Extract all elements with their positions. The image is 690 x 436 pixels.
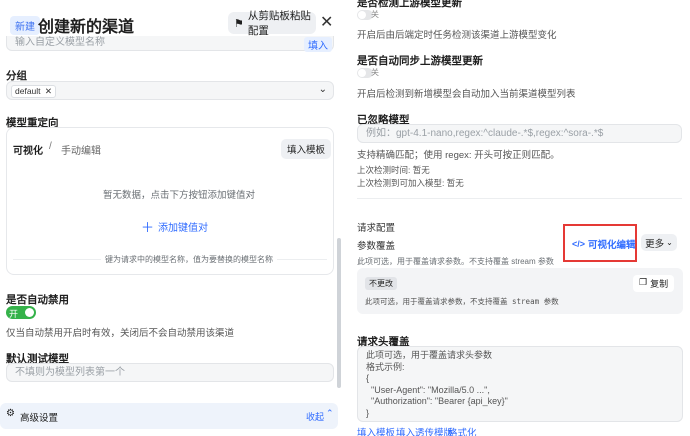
- ignored-models-input[interactable]: 例如：gpt-4.1-nano,regex:^claude-.*$,regex:…: [357, 124, 682, 143]
- passthrough-template-link[interactable]: 填入透传模版: [396, 425, 453, 436]
- auto-disable-desc: 仅当自动禁用开启时有效，关闭后不会自动禁用该渠道: [6, 328, 235, 339]
- group-select[interactable]: default ✕ ⌄: [6, 81, 334, 100]
- last-check-time: 上次检测时间: 暂无: [357, 165, 430, 175]
- header-override-textarea[interactable]: 此项可选，用于覆盖请求头参数 格式示例: { "User-Agent": "Mo…: [357, 346, 683, 422]
- empty-text: 暂无数据，点击下方按钮添加键值对: [103, 190, 256, 201]
- custom-model-placeholder: 输入自定义模型名称: [15, 37, 105, 48]
- copy-button[interactable]: ❐ 复制: [633, 275, 675, 292]
- create-channel-panel: 新建 创建新的渠道 ⚑ 从剪贴板粘贴配置 ✕ 输入自定义模型名称 填入 分组 d…: [0, 0, 345, 436]
- header-line: {: [366, 373, 370, 383]
- redirect-hint: 键为请求中的模型名称，值为要替换的模型名称: [101, 254, 277, 265]
- ignored-models-placeholder: 例如：gpt-4.1-nano,regex:^claude-.*$,regex:…: [366, 128, 604, 139]
- param-override-label: 参数覆盖: [357, 241, 396, 252]
- group-chip[interactable]: default ✕: [11, 85, 57, 98]
- param-override-box: 不更改 ❐ 复制 此项可选，用于覆盖请求参数，不支持覆盖 stream 参数: [357, 268, 683, 314]
- visual-edit-label: 可视化编辑: [588, 240, 636, 251]
- gear-icon: ⚙: [6, 408, 15, 419]
- auto-disable-toggle[interactable]: 开: [6, 306, 36, 319]
- visual-edit-button[interactable]: </> 可视化编辑: [572, 237, 636, 251]
- fill-template-link[interactable]: 填入模板: [357, 425, 395, 436]
- remove-chip-icon[interactable]: ✕: [45, 86, 52, 96]
- scrollbar[interactable]: [337, 238, 341, 388]
- ignored-desc: 支持精确匹配；使用 regex: 开头可按正则匹配。: [357, 150, 560, 161]
- sync-label: 是否自动同步上游模型更新: [357, 55, 483, 67]
- page-title: 创建新的渠道: [38, 19, 135, 36]
- add-pair-label: 添加键值对: [158, 223, 209, 234]
- header-line: 此项可选，用于覆盖请求头参数: [366, 350, 493, 360]
- redirect-card: 可视化 / 手动编辑 填入模板 暂无数据，点击下方按钮添加键值对 ＋ 添加键值对…: [6, 127, 334, 275]
- plus-icon: ＋: [141, 220, 155, 235]
- header-line: }: [366, 407, 370, 418]
- header-line: "Authorization": "Bearer {api_key}": [366, 396, 508, 406]
- paste-from-clipboard-button[interactable]: ⚑ 从剪贴板粘贴配置: [228, 10, 316, 37]
- group-chip-label: default: [15, 86, 41, 96]
- upstream-update-desc: 开启后由后端定时任务检测该渠道上游模型变化: [357, 30, 557, 41]
- copy-label: 复制: [650, 279, 669, 289]
- chevron-down-icon[interactable]: ⌄: [319, 84, 327, 95]
- tab-manual[interactable]: 手动编辑: [61, 142, 101, 157]
- more-label: 更多: [645, 238, 665, 250]
- custom-model-fill-button[interactable]: 填入: [304, 37, 332, 52]
- custom-model-input[interactable]: 输入自定义模型名称: [6, 36, 334, 51]
- param-code-desc: 此项可选，用于覆盖请求参数，不支持覆盖 stream 参数: [365, 297, 559, 306]
- param-override-desc: 此项可选，用于覆盖请求参数。不支持覆盖 stream 参数: [357, 257, 554, 266]
- header-line: 格式示例:: [366, 361, 405, 372]
- new-badge: 新建: [10, 16, 40, 35]
- test-model-placeholder: 不填则为模型列表第一个: [15, 367, 125, 378]
- chevron-down-icon: ⌄: [666, 238, 673, 247]
- paste-label: 从剪贴板粘贴配置: [247, 10, 311, 37]
- sync-desc: 开启后检测到新增模型会自动加入当前渠道模型列表: [357, 89, 576, 100]
- toggle-knob: [25, 308, 34, 317]
- settings-panel: 是否检测上游模型更新 关 开启后由后端定时任务检测该渠道上游模型变化 是否自动同…: [345, 0, 690, 436]
- last-addable-models: 上次检测到可加入模型: 暂无: [357, 178, 464, 188]
- unchanged-badge: 不更改: [365, 277, 397, 290]
- request-config-label: 请求配置: [357, 223, 396, 234]
- chevron-up-icon[interactable]: ⌃: [326, 408, 334, 419]
- advanced-settings-header[interactable]: ⚙ 高级设置 收起 ⌃: [0, 403, 338, 429]
- copy-icon: ❐: [639, 277, 648, 287]
- tab-visual[interactable]: 可视化: [13, 142, 43, 157]
- tab-separator: /: [49, 141, 52, 152]
- section-divider: [357, 198, 682, 199]
- collapse-link[interactable]: 收起: [306, 410, 324, 423]
- header-line: "User-Agent": "Mozilla/5.0 ...",: [366, 384, 490, 395]
- add-pair-button[interactable]: ＋ 添加键值对: [141, 217, 208, 236]
- toggle-on-text: 开: [9, 309, 19, 319]
- more-button[interactable]: 更多 ⌄: [641, 234, 677, 251]
- code-icon: </>: [572, 239, 586, 249]
- advanced-label: 高级设置: [20, 413, 59, 424]
- sync-toggle-text: 关: [371, 68, 379, 77]
- clipboard-icon: ⚑: [234, 17, 244, 30]
- close-icon[interactable]: ✕: [320, 12, 333, 32]
- fill-template-button[interactable]: 填入模板: [281, 139, 332, 159]
- upstream-toggle-text: 关: [371, 10, 379, 19]
- test-model-input[interactable]: 不填则为模型列表第一个: [6, 363, 334, 382]
- auto-disable-label: 是否自动禁用: [6, 294, 69, 306]
- format-link[interactable]: 格式化: [448, 425, 477, 436]
